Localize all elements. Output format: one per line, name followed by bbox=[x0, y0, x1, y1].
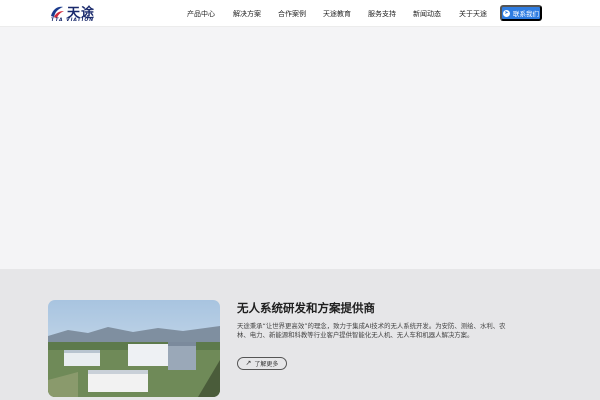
contact-us-label: 联系我们 bbox=[513, 11, 539, 18]
nav-item-support[interactable]: 服务支持 bbox=[368, 9, 396, 19]
top-navbar: 天途 TTA VIATION 产品中心 解决方案 合作案例 天途教育 服务支持 … bbox=[0, 0, 600, 27]
hero-banner bbox=[0, 27, 600, 269]
brand-logo[interactable]: 天途 TTA VIATION bbox=[49, 3, 109, 25]
contact-us-button[interactable]: ➤ 联系我们 bbox=[500, 5, 542, 21]
about-description: 天途秉承“让世界更高效”的理念，致力于集成AI技术的无人系统开发。为安防、测绘、… bbox=[237, 322, 506, 340]
about-title: 无人系统研发和方案提供商 bbox=[237, 301, 375, 315]
learn-more-label: 了解更多 bbox=[254, 362, 279, 368]
nav-item-cases[interactable]: 合作案例 bbox=[278, 9, 306, 19]
nav-item-news[interactable]: 新闻动态 bbox=[413, 9, 441, 19]
nav-item-education[interactable]: 天途教育 bbox=[323, 9, 351, 19]
about-section: 无人系统研发和方案提供商 天途秉承“让世界更高效”的理念，致力于集成AI技术的无… bbox=[0, 269, 600, 400]
nav-item-solutions[interactable]: 解决方案 bbox=[233, 9, 261, 19]
nav-item-products[interactable]: 产品中心 bbox=[187, 9, 215, 19]
compass-icon: ➤ bbox=[503, 9, 510, 17]
logo-english-name: TTA VIATION bbox=[51, 18, 95, 23]
arrow-up-right-icon: ↗ bbox=[245, 360, 252, 367]
factory-aerial-photo bbox=[48, 300, 220, 397]
learn-more-button[interactable]: ↗ 了解更多 bbox=[237, 357, 287, 370]
nav-item-about[interactable]: 关于天途 bbox=[459, 9, 487, 19]
